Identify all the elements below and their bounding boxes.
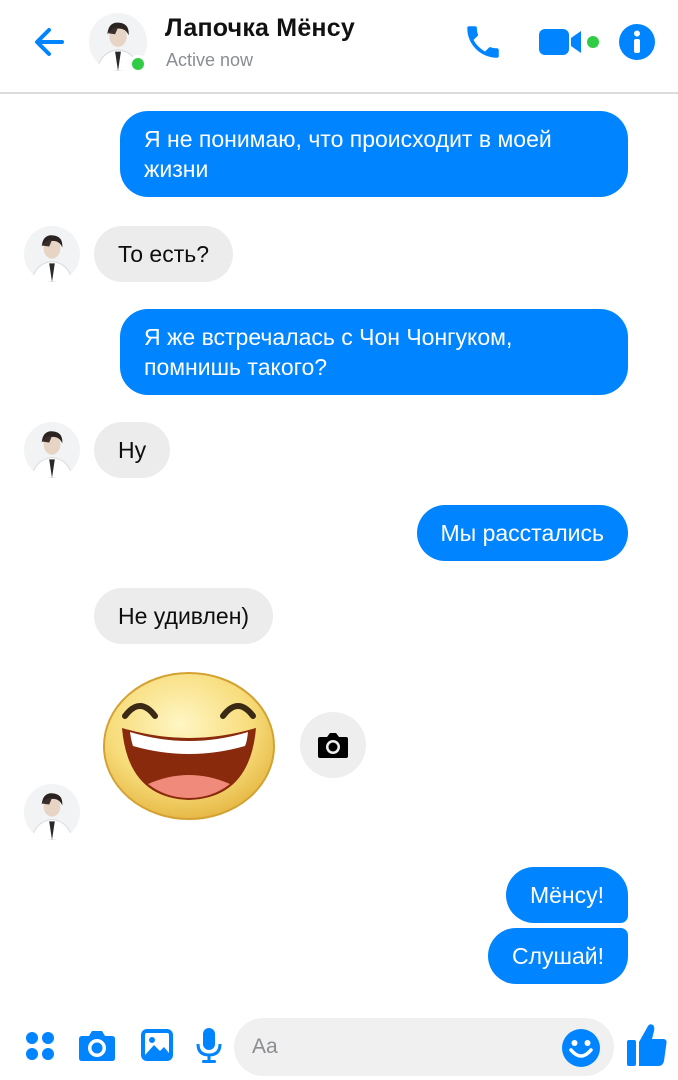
chat-header: Лапочка Мёнсу Active now: [0, 0, 678, 94]
message-bubble-incoming[interactable]: Не удивлен): [94, 588, 274, 644]
smiley-icon: [562, 1029, 600, 1067]
contact-avatar[interactable]: [89, 13, 147, 73]
voice-call-button[interactable]: [462, 21, 504, 63]
camera-button[interactable]: [78, 1028, 116, 1062]
more-actions-button[interactable]: [24, 1030, 56, 1062]
contact-avatar-small: [24, 422, 80, 478]
image-icon: [141, 1029, 173, 1061]
info-icon: [619, 24, 655, 60]
message-input[interactable]: [252, 1032, 552, 1062]
contact-name[interactable]: Лапочка Мёнсу: [165, 14, 355, 43]
message-bubble-incoming[interactable]: То есть?: [94, 226, 234, 282]
voice-message-button[interactable]: [196, 1027, 222, 1065]
online-indicator: [129, 55, 147, 73]
laughing-face-sticker[interactable]: [100, 666, 278, 822]
camera-icon: [79, 1031, 115, 1061]
phone-icon: [467, 26, 499, 58]
message-composer: [0, 1010, 678, 1080]
contact-status: Active now: [166, 50, 254, 70]
message-bubble-outgoing[interactable]: Я не понимаю, что происходит в моей жизн…: [120, 111, 628, 197]
four-dots-icon: [26, 1032, 54, 1060]
message-bubble-outgoing[interactable]: Я же встречалась с Чон Чонгуком, помнишь…: [120, 309, 628, 395]
emoji-button[interactable]: [561, 1028, 601, 1068]
message-input-box[interactable]: [234, 1018, 614, 1076]
video-camera-icon: [539, 29, 599, 55]
messenger-chat-screen: Лапочка Мёнсу Active now Я не понимаю, ч…: [0, 0, 678, 1080]
laughing-face-icon: [103, 672, 275, 820]
message-bubble-outgoing[interactable]: Мы расстались: [416, 505, 628, 561]
contact-avatar-small: [24, 784, 80, 840]
message-bubble-incoming[interactable]: Ну: [94, 422, 171, 478]
camera-icon: [318, 733, 348, 758]
microphone-icon: [196, 1028, 222, 1063]
like-button[interactable]: [626, 1022, 668, 1068]
thumbs-up-icon: [627, 1024, 667, 1066]
back-button[interactable]: [28, 20, 72, 64]
info-button[interactable]: [617, 22, 657, 62]
arrow-left-icon: [35, 28, 64, 56]
message-bubble-outgoing[interactable]: Мёнсу!: [505, 867, 628, 923]
contact-avatar-small: [24, 226, 80, 282]
camera-button[interactable]: [300, 712, 366, 778]
video-call-button[interactable]: [538, 25, 600, 59]
message-bubble-outgoing[interactable]: Слушай!: [487, 928, 628, 984]
gallery-button[interactable]: [139, 1027, 175, 1063]
